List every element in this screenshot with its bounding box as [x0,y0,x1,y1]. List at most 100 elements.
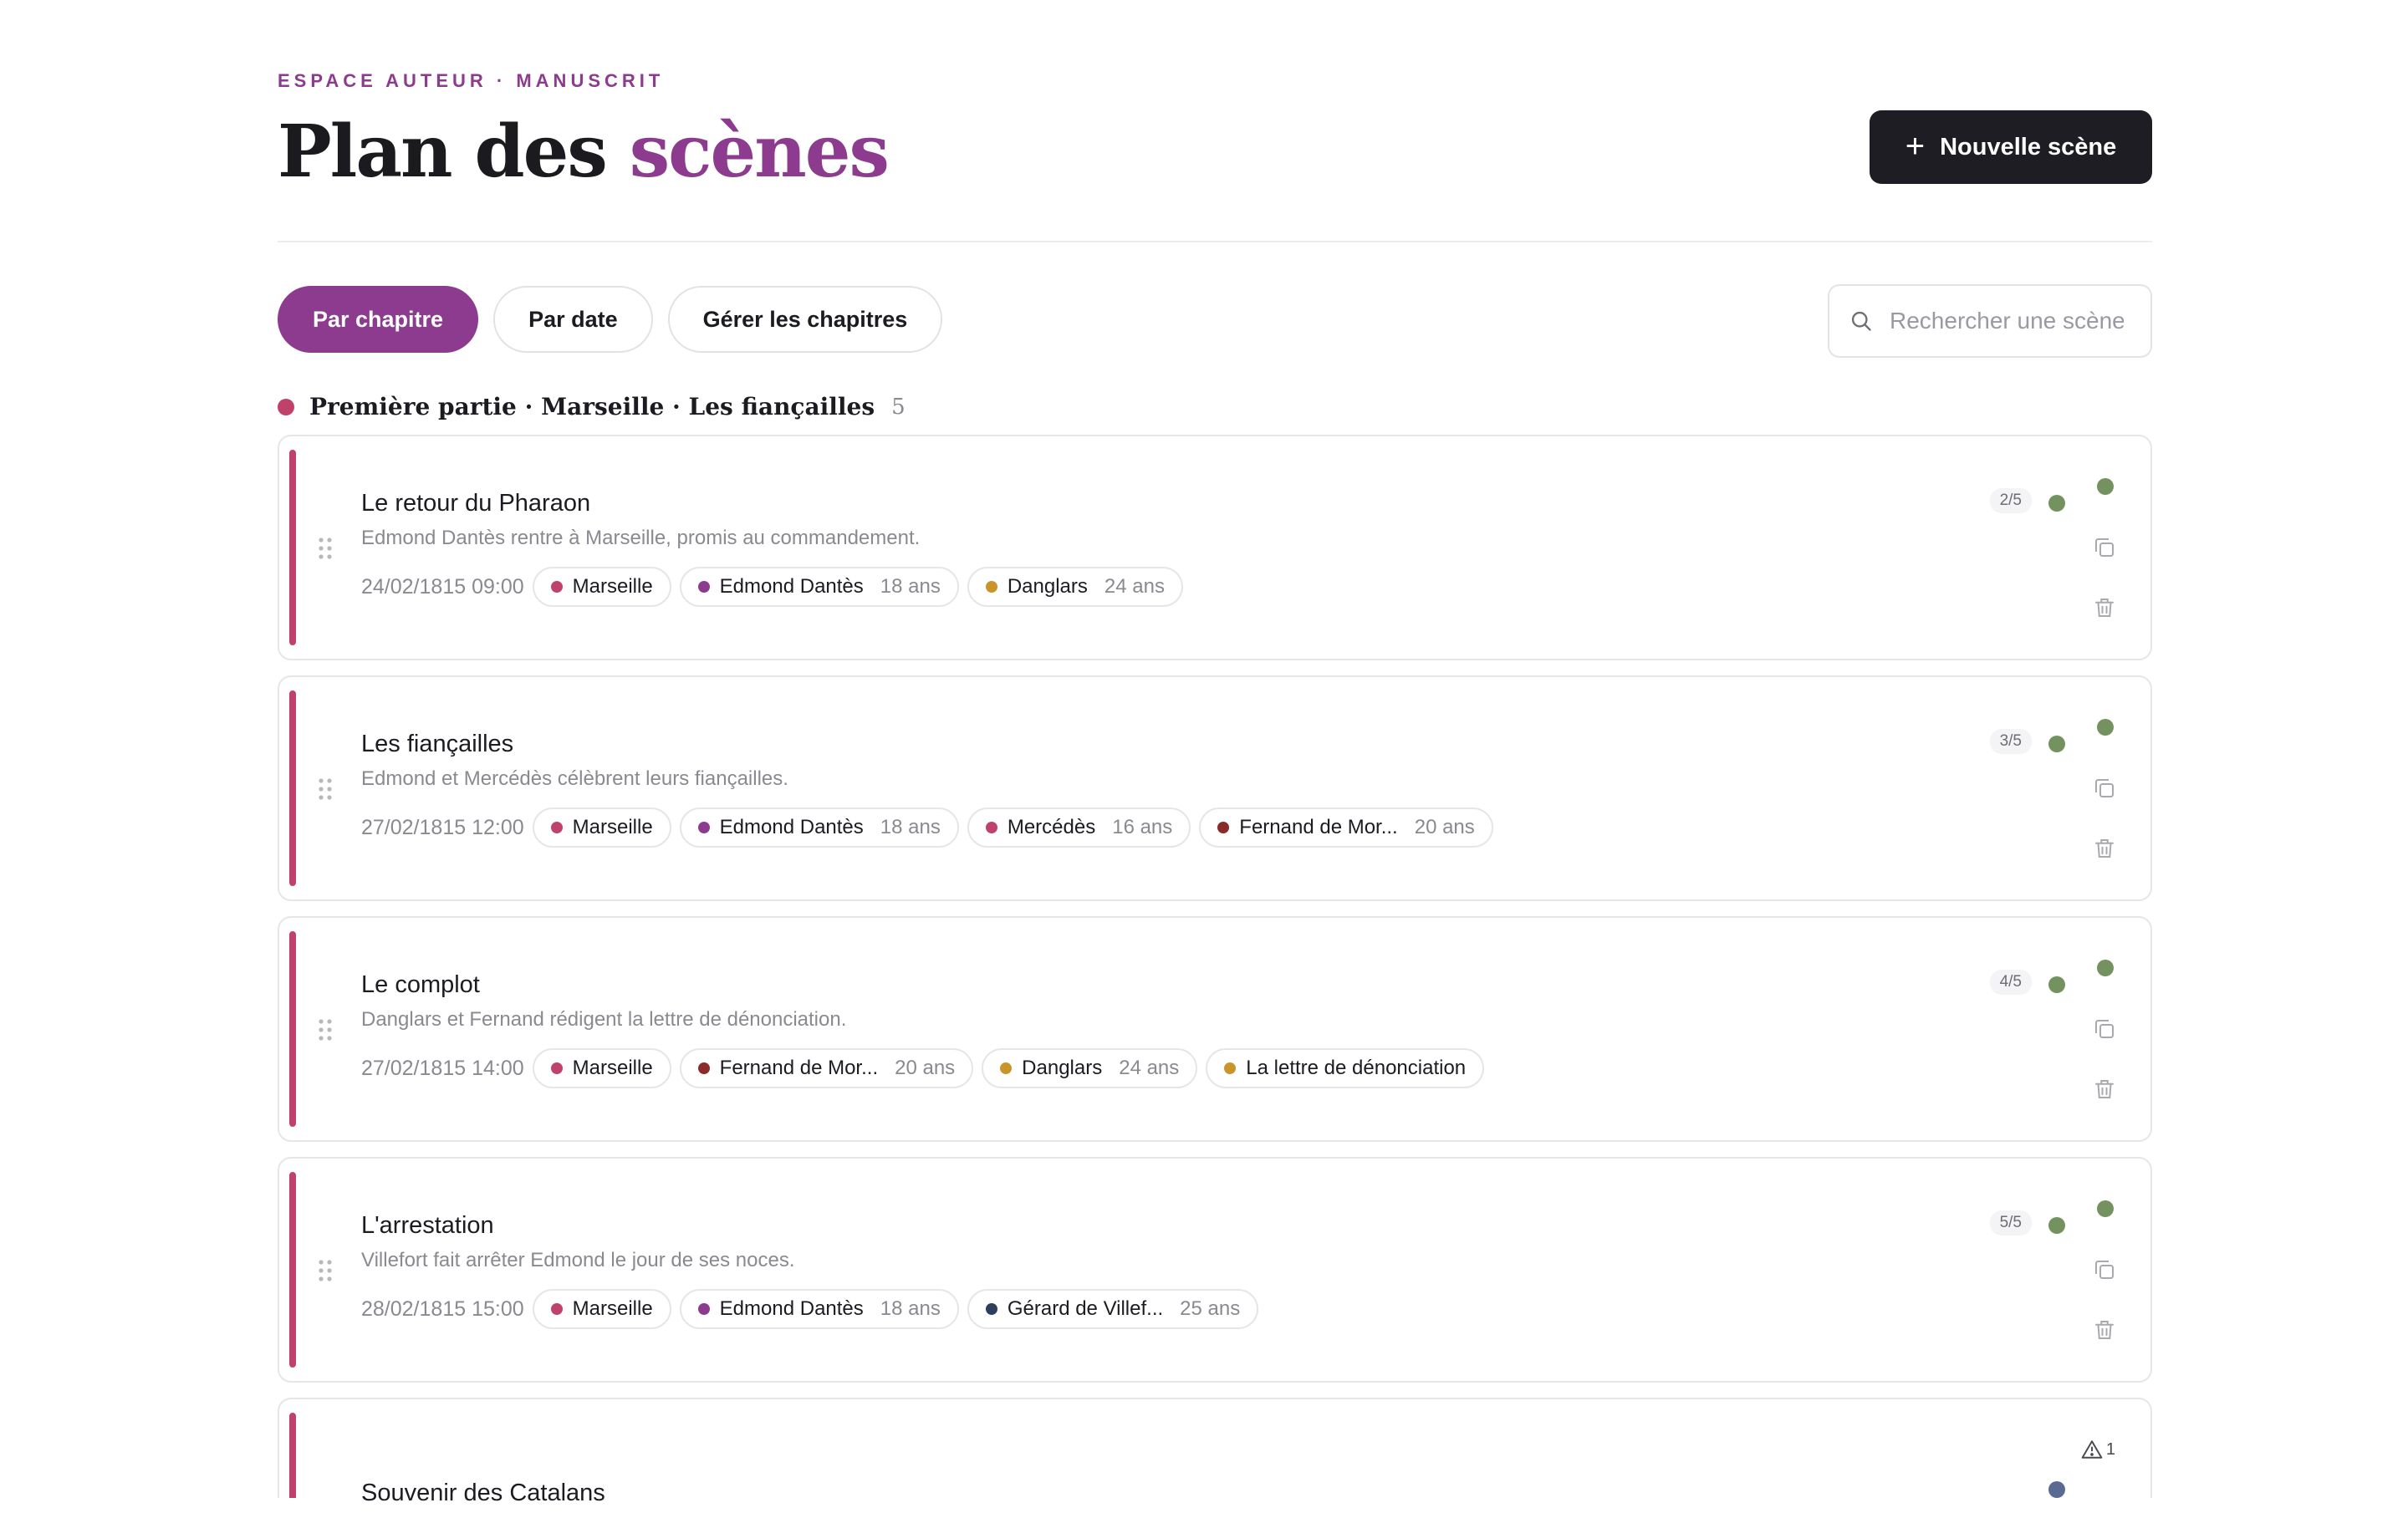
chapter-color-bar [289,1172,296,1368]
location-chip[interactable]: Marseille [532,807,671,848]
character-chip[interactable]: Fernand de Mor... 20 ans [679,1048,974,1088]
chapter-color-bar [289,450,296,645]
chapter-color-bar [289,931,296,1127]
chip-dot [697,822,710,833]
status-toggle[interactable] [2097,478,2114,495]
chip-dot [550,1062,563,1074]
chip-label: Edmond Dantès [719,575,864,598]
drag-handle-icon[interactable] [318,777,333,801]
tab-by-chapter[interactable]: Par chapitre [278,286,479,353]
trash-icon[interactable] [2092,1317,2117,1342]
manage-chapters-button[interactable]: Gérer les chapitres [667,286,943,353]
page: ESPACE AUTEUR · MANUSCRIT Plan des scène… [0,0,2408,1506]
location-chip[interactable]: Marseille [532,567,671,607]
object-chip[interactable]: La lettre de dénonciation [1206,1048,1485,1088]
scene-meta: 28/02/1815 15:00 Marseille Edmond Dantès… [361,1289,1259,1329]
scene-meta: 27/02/1815 12:00 Marseille Edmond Dantès… [361,807,1493,848]
chip-dot [697,581,710,593]
duplicate-icon[interactable] [2092,1016,2117,1042]
duplicate-icon[interactable] [2092,1257,2117,1282]
chip-age: 18 ans [880,816,941,838]
chapter-color-bar [289,1413,296,1498]
chip-dot [985,822,997,833]
chip-label: Mercédès [1007,816,1096,838]
chip-label: La lettre de dénonciation [1246,1057,1467,1079]
character-chip[interactable]: Danglars 24 ans [967,567,1183,607]
drag-handle-icon[interactable] [318,1259,333,1282]
breadcrumb: ESPACE AUTEUR · MANUSCRIT [278,70,665,91]
scene-card[interactable]: Souvenir des Catalans 1 [278,1398,2152,1506]
chip-label: Marseille [572,575,653,598]
scene-card[interactable]: Le retour du Pharaon Edmond Dantès rentr… [278,435,2152,660]
new-scene-button[interactable]: + Nouvelle scène [1870,110,2152,184]
chip-dot [550,822,563,833]
chip-label: Danglars [1007,575,1088,598]
scene-card[interactable]: Les fiançailles Edmond et Mercédès célèb… [278,675,2152,901]
header-divider [278,241,2152,242]
page-title-main: Plan des [278,110,608,194]
scene-progress-badge: 5/5 [1989,1210,2032,1235]
scene-title: Le complot [361,971,480,998]
character-chip[interactable]: Gérard de Villef... 25 ans [967,1289,1259,1329]
chip-dot [550,1303,563,1315]
scene-description: Edmond et Mercédès célèbrent leurs fianç… [361,767,788,790]
duplicate-icon[interactable] [2092,535,2117,560]
scene-status-dot [2048,976,2065,993]
drag-handle-icon[interactable] [318,537,333,560]
scene-status-dot [2048,1481,2065,1498]
scene-card[interactable]: Le complot Danglars et Fernand rédigent … [278,916,2152,1142]
scene-datetime: 27/02/1815 14:00 [361,1056,524,1080]
page-title: Plan des scènes [278,107,890,197]
location-chip[interactable]: Marseille [532,1289,671,1329]
new-scene-label: Nouvelle scène [1940,133,2117,160]
chip-dot [550,581,563,593]
scene-status-dot [2048,736,2065,752]
chip-age: 18 ans [880,1297,941,1320]
search-icon [1851,311,1871,331]
trash-icon[interactable] [2092,595,2117,620]
scene-title: Souvenir des Catalans [361,1480,605,1506]
scene-list: Le retour du Pharaon Edmond Dantès rentr… [278,435,2152,1513]
tab-by-date[interactable]: Par date [493,286,653,353]
continuity-warning[interactable]: 1 [2081,1439,2115,1460]
character-chip[interactable]: Edmond Dantès 18 ans [679,1289,959,1329]
view-tabs: Par chapitre Par date Gérer les chapitre… [278,286,943,353]
character-chip[interactable]: Mercédès 16 ans [967,807,1191,848]
duplicate-icon[interactable] [2092,776,2117,801]
chip-label: Danglars [1022,1057,1103,1079]
status-toggle[interactable] [2097,719,2114,736]
trash-icon[interactable] [2092,1077,2117,1102]
search-box [1828,284,2152,358]
chip-dot [697,1062,710,1074]
chip-dot [985,1303,997,1315]
location-chip[interactable]: Marseille [532,1048,671,1088]
scene-datetime: 24/02/1815 09:00 [361,574,524,599]
trash-icon[interactable] [2092,836,2117,861]
chapter-color-bar [289,690,296,886]
plus-icon: + [1905,127,1926,165]
chip-dot [1217,822,1230,833]
character-chip[interactable]: Edmond Dantès 18 ans [679,567,959,607]
chip-label: Marseille [572,1297,653,1320]
search-input[interactable] [1888,307,2125,335]
scene-card[interactable]: L'arrestation Villefort fait arrêter Edm… [278,1157,2152,1383]
scene-title: Les fiançailles [361,731,514,757]
chapter-name: Première partie · Marseille · Les fiança… [309,393,875,420]
page-title-accent: scènes [629,110,890,194]
chapter-header: Première partie · Marseille · Les fiança… [278,393,906,420]
status-toggle[interactable] [2097,960,2114,976]
scene-meta: 27/02/1815 14:00 Marseille Fernand de Mo… [361,1048,1485,1088]
scene-title: L'arrestation [361,1212,494,1239]
character-chip[interactable]: Fernand de Mor... 20 ans [1199,807,1493,848]
chip-dot [1000,1062,1013,1074]
chip-label: Edmond Dantès [719,816,864,838]
chip-age: 20 ans [1414,816,1475,838]
chip-age: 20 ans [895,1057,956,1079]
status-toggle[interactable] [2097,1200,2114,1217]
character-chip[interactable]: Danglars 24 ans [982,1048,1198,1088]
chip-label: Fernand de Mor... [719,1057,879,1079]
drag-handle-icon[interactable] [318,1018,333,1042]
scene-description: Danglars et Fernand rédigent la lettre d… [361,1008,847,1031]
character-chip[interactable]: Edmond Dantès 18 ans [679,807,959,848]
chip-dot [697,1303,710,1315]
